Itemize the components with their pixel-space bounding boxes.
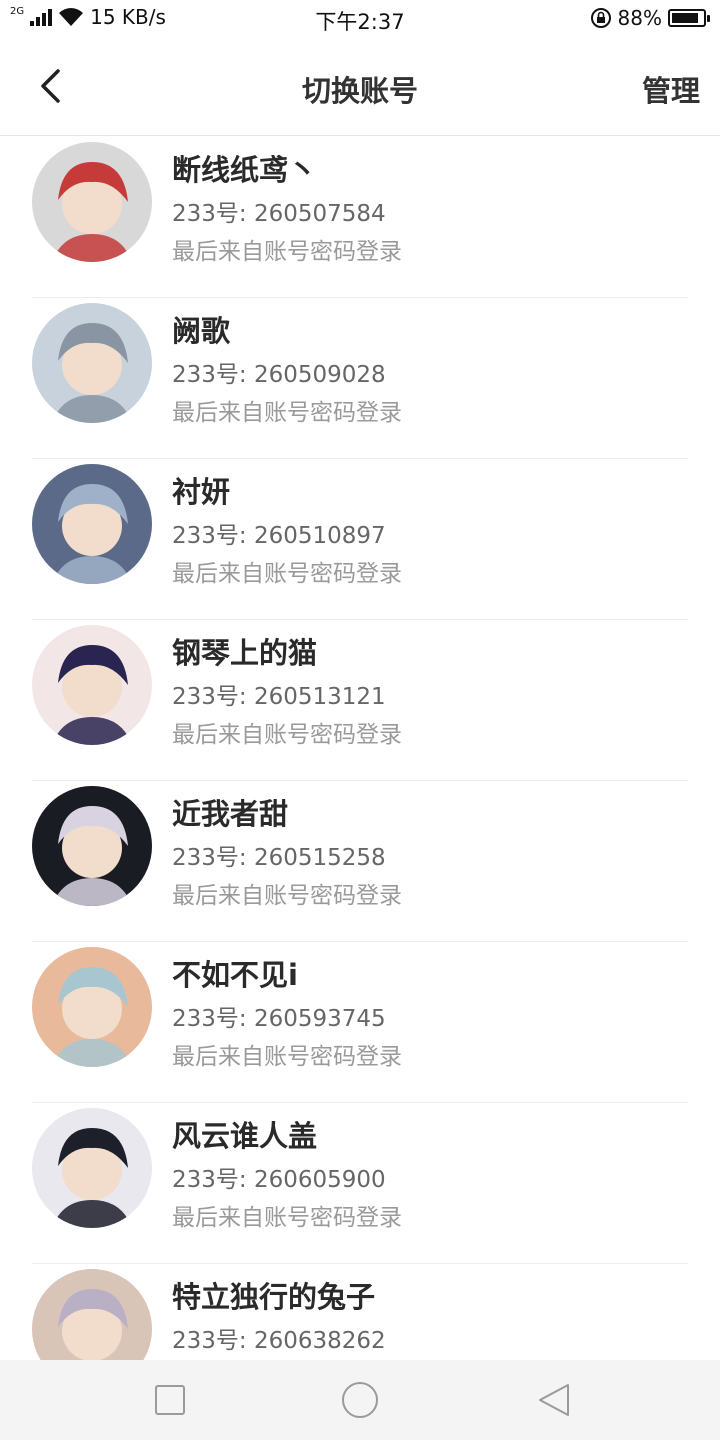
circle-home-icon xyxy=(342,1382,378,1418)
account-login-source: 最后来自账号密码登录 xyxy=(172,561,402,587)
account-name: 阙歌 xyxy=(172,314,231,348)
header: 切换账号 管理 xyxy=(0,38,720,136)
battery-percent: 88% xyxy=(617,6,662,30)
avatar-image xyxy=(32,947,152,1067)
page-title: 切换账号 xyxy=(301,74,418,108)
account-id-label: 233号: xyxy=(172,523,254,549)
account-login-source: 最后来自账号密码登录 xyxy=(172,400,402,426)
triangle-back-icon xyxy=(539,1384,569,1416)
account-login-source: 最后来自账号密码登录 xyxy=(172,239,402,265)
account-item[interactable]: 特立独行的兔子 233号: 260638262 最后来自账号密码登录 xyxy=(32,1264,688,1360)
account-id: 233号: 260515258 xyxy=(172,838,386,872)
account-id: 233号: 260510897 xyxy=(172,516,386,550)
account-id: 233号: 260605900 xyxy=(172,1160,386,1194)
battery-icon xyxy=(668,9,710,27)
rotation-lock-icon xyxy=(590,8,611,28)
battery-fill xyxy=(672,13,699,23)
account-name: 不如不见i xyxy=(172,958,298,992)
account-id-label: 233号: xyxy=(172,201,254,227)
home-button[interactable] xyxy=(340,1380,380,1420)
account-id-number: 260507584 xyxy=(253,201,386,227)
account-item[interactable]: 衬妍 233号: 260510897 最后来自账号密码登录 xyxy=(32,459,688,620)
avatar xyxy=(32,1108,152,1228)
account-login-source: 最后来自账号密码登录 xyxy=(172,883,402,909)
account-id-label: 233号: xyxy=(172,1006,254,1032)
account-id-number: 260638262 xyxy=(253,1328,386,1354)
account-item[interactable]: 阙歌 233号: 260509028 最后来自账号密码登录 xyxy=(32,298,688,459)
account-item[interactable]: 近我者甜 233号: 260515258 最后来自账号密码登录 xyxy=(32,781,688,942)
avatar xyxy=(32,1269,152,1360)
account-id-label: 233号: xyxy=(172,684,254,710)
account-name: 断线纸鸢丶 xyxy=(172,153,318,187)
navigation-bar xyxy=(0,1360,720,1440)
account-name: 衬妍 xyxy=(172,475,231,509)
account-item[interactable]: 断线纸鸢丶 233号: 260507584 最后来自账号密码登录 xyxy=(32,137,688,298)
avatar xyxy=(32,142,152,262)
account-id-number: 260510897 xyxy=(253,523,386,549)
recent-apps-button[interactable] xyxy=(150,1380,190,1420)
account-login-source: 最后来自账号密码登录 xyxy=(172,722,402,748)
account-login-source: 最后来自账号密码登录 xyxy=(172,1205,402,1231)
avatar-image xyxy=(32,1269,152,1360)
system-back-button[interactable] xyxy=(534,1380,574,1420)
manage-button[interactable]: 管理 xyxy=(642,68,700,110)
avatar xyxy=(32,464,152,584)
account-id-number: 260593745 xyxy=(253,1006,386,1032)
account-id-label: 233号: xyxy=(172,1167,254,1193)
account-id: 233号: 260507584 xyxy=(172,194,386,228)
avatar-image xyxy=(32,625,152,745)
account-id-label: 233号: xyxy=(172,362,254,388)
account-id: 233号: 260593745 xyxy=(172,999,386,1033)
avatar-image xyxy=(32,464,152,584)
account-name: 特立独行的兔子 xyxy=(172,1280,376,1314)
account-id-number: 260509028 xyxy=(253,362,386,388)
account-item[interactable]: 钢琴上的猫 233号: 260513121 最后来自账号密码登录 xyxy=(32,620,688,781)
account-id: 233号: 260638262 xyxy=(172,1321,386,1355)
avatar-image xyxy=(32,303,152,423)
status-bar: 2G 15 KB/s 下午2:37 88% xyxy=(0,0,720,38)
account-id-label: 233号: xyxy=(172,1328,254,1354)
account-id-label: 233号: xyxy=(172,845,254,871)
avatar-image xyxy=(32,1108,152,1228)
account-item[interactable]: 风云谁人盖 233号: 260605900 最后来自账号密码登录 xyxy=(32,1103,688,1264)
account-id-number: 260515258 xyxy=(253,845,386,871)
account-id: 233号: 260513121 xyxy=(172,677,386,711)
avatar-image xyxy=(32,786,152,906)
square-recent-icon xyxy=(155,1385,185,1415)
account-list[interactable]: 断线纸鸢丶 233号: 260507584 最后来自账号密码登录 阙歌 233号… xyxy=(0,137,720,1360)
account-login-source: 最后来自账号密码登录 xyxy=(172,1044,402,1070)
account-name: 风云谁人盖 xyxy=(172,1119,318,1153)
avatar-image xyxy=(32,142,152,262)
account-item[interactable]: 不如不见i 233号: 260593745 最后来自账号密码登录 xyxy=(32,942,688,1103)
status-right: 88% xyxy=(590,6,710,30)
avatar xyxy=(32,786,152,906)
account-name: 钢琴上的猫 xyxy=(172,636,318,670)
account-id: 233号: 260509028 xyxy=(172,355,386,389)
avatar xyxy=(32,625,152,745)
avatar xyxy=(32,303,152,423)
account-id-number: 260513121 xyxy=(253,684,386,710)
account-id-number: 260605900 xyxy=(253,1167,386,1193)
avatar xyxy=(32,947,152,1067)
account-name: 近我者甜 xyxy=(172,797,289,831)
